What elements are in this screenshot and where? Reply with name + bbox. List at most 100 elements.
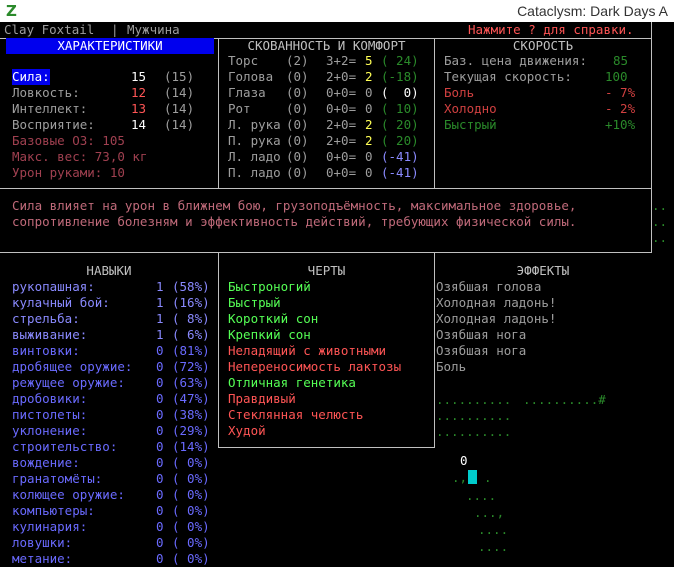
- speed-value: 85: [613, 53, 629, 68]
- body-part: Рот: [228, 101, 251, 116]
- stat-value: 13: [131, 101, 147, 116]
- skill-level: 1: [156, 311, 164, 326]
- name-separator: |: [111, 22, 119, 37]
- skill-percent: (29%): [172, 423, 210, 438]
- skill-percent: ( 0%): [172, 471, 210, 486]
- skill-percent: (47%): [172, 391, 210, 406]
- character-name: Clay Foxtail: [4, 22, 95, 37]
- skill-level: 0: [156, 439, 164, 454]
- encumbrance-header: СКОВАННОСТЬ И КОМФОРТ: [247, 38, 406, 53]
- map-dots: .,: [452, 470, 468, 485]
- skill-percent: ( 6%): [172, 327, 210, 342]
- stat-label[interactable]: Ловкость:: [12, 85, 80, 101]
- skill-percent: (58%): [172, 279, 210, 294]
- skill-name: дробящее оружие:: [12, 359, 133, 374]
- warmth: ( 20): [381, 133, 419, 148]
- skill-level: 0: [156, 343, 164, 358]
- skill-level: 0: [156, 359, 164, 374]
- effect-item: Озябшая голова: [436, 279, 542, 294]
- enc-calc: 0+0=: [326, 101, 357, 116]
- speed-label: Текущая скорость:: [444, 69, 572, 84]
- description-line: Сила влияет на урон в ближнем бою, грузо…: [12, 198, 577, 213]
- map-dots: ..: [652, 230, 668, 245]
- stats-divider: [218, 38, 219, 188]
- trait-item: Стеклянная челюсть: [228, 407, 364, 422]
- enc-calc: 0+0=: [326, 165, 357, 180]
- enc-base: (0): [286, 149, 309, 164]
- skill-name: режущее оружие:: [12, 375, 125, 390]
- skill-level: 0: [156, 423, 164, 438]
- effects-header: ЭФФЕКТЫ: [516, 263, 570, 278]
- skill-percent: (63%): [172, 375, 210, 390]
- warmth: ( 10): [381, 101, 419, 116]
- stat-base: (15): [164, 69, 195, 84]
- app-icon: Z: [6, 2, 17, 20]
- speed-header: СКОРОСТЬ: [512, 38, 574, 53]
- skill-name: кулинария:: [12, 519, 88, 534]
- enc-calc: 2+0=: [326, 117, 357, 132]
- skill-level: 0: [156, 551, 164, 566]
- max-weight: Макс. вес: 73,0 кг: [12, 149, 148, 164]
- stat-base: (14): [164, 85, 195, 100]
- map-dots: ..: [652, 214, 668, 229]
- enc-total: 0: [365, 101, 373, 116]
- skill-percent: ( 8%): [172, 311, 210, 326]
- skill-percent: ( 0%): [172, 455, 210, 470]
- map-dots: ....: [466, 488, 497, 503]
- map-dots: ...,: [474, 505, 505, 520]
- skill-name: уклонение:: [12, 423, 88, 438]
- enc-total: 5: [365, 53, 373, 68]
- body-part: Л. ладо: [228, 149, 281, 164]
- stat-label[interactable]: Интеллект:: [12, 101, 87, 117]
- body-part: П. ладо: [228, 165, 281, 180]
- skill-name: метание:: [12, 551, 73, 566]
- skill-name: гранатомёты:: [12, 471, 103, 486]
- trait-item: Отличная генетика: [228, 375, 356, 390]
- description-bottom-border: [0, 252, 652, 253]
- window-titlebar: Z Cataclysm: Dark Days A: [0, 0, 674, 22]
- body-part: Голова: [228, 69, 274, 84]
- stats-header: ХАРАКТЕРИСТИКИ: [6, 38, 214, 54]
- stat-label[interactable]: Восприятие:: [12, 117, 95, 133]
- skill-name: кулачный бой:: [12, 295, 110, 310]
- skill-percent: ( 0%): [172, 503, 210, 518]
- skill-level: 0: [156, 519, 164, 534]
- traits-bottom-border: [218, 447, 435, 448]
- unarmed-damage: Урон руками: 10: [12, 165, 125, 180]
- warmth: ( 20): [381, 117, 419, 132]
- enc-total: 2: [365, 117, 373, 132]
- enc-calc: 0+0=: [326, 85, 357, 100]
- skill-percent: (38%): [172, 407, 210, 422]
- skill-level: 0: [156, 375, 164, 390]
- body-part: Глаза: [228, 85, 266, 100]
- skill-name: вождение:: [12, 455, 80, 470]
- enc-total: 0: [365, 149, 373, 164]
- skill-name: стрельба:: [12, 311, 80, 326]
- map-cursor: [468, 470, 477, 484]
- skill-level: 1: [156, 279, 164, 294]
- skill-name: винтовки:: [12, 343, 80, 358]
- map-dots: ..........: [436, 392, 512, 407]
- skills-header: НАВЫКИ: [86, 263, 132, 278]
- speed-label: Холодно: [444, 101, 497, 116]
- trait-item: Правдивый: [228, 391, 296, 406]
- warmth: (-18): [381, 69, 419, 84]
- trait-item: Короткий сон: [228, 311, 319, 326]
- warmth: (-41): [381, 149, 419, 164]
- speed-label: Баз. цена движения:: [444, 53, 587, 68]
- skill-name: строительство:: [12, 439, 118, 454]
- stat-base: (14): [164, 117, 195, 132]
- trait-item: Неладящий с животными: [228, 343, 387, 358]
- skill-percent: ( 0%): [172, 519, 210, 534]
- enc-calc: 2+0=: [326, 69, 357, 84]
- enc-total: 0: [365, 85, 373, 100]
- skill-level: 0: [156, 391, 164, 406]
- speed-divider: [434, 38, 435, 188]
- skill-percent: (81%): [172, 343, 210, 358]
- map-dots: ....: [478, 539, 509, 554]
- stat-label[interactable]: Сила:: [12, 69, 50, 85]
- body-part: Торс: [228, 53, 259, 68]
- enc-base: (0): [286, 165, 309, 180]
- effect-item: Холодная ладонь!: [436, 295, 557, 310]
- traits-divider: [434, 252, 435, 447]
